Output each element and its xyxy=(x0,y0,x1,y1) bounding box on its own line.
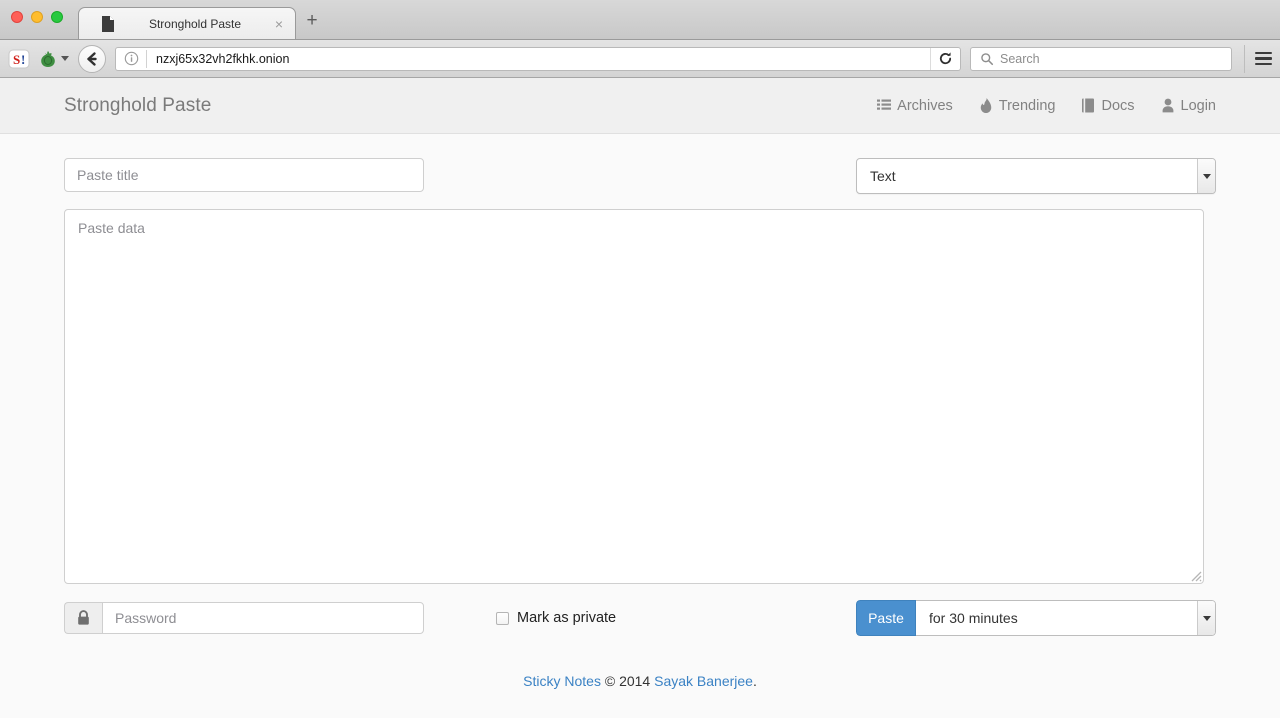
form-row-bottom: Mark as private Paste for 30 minutes xyxy=(64,600,1216,636)
browser-window: Stronghold Paste × + S ! nzxj65x32vh2fkh… xyxy=(0,0,1280,718)
format-select[interactable]: Text xyxy=(856,158,1216,194)
site-header-inner: Stronghold Paste Archives Trending Docs … xyxy=(64,95,1216,117)
nav-item-docs[interactable]: Docs xyxy=(1081,97,1135,114)
footer-copyright: © 2014 xyxy=(600,673,655,689)
maximize-window-button[interactable] xyxy=(51,11,63,23)
paste-form: Text Paste data xyxy=(64,134,1216,689)
browser-tab[interactable]: Stronghold Paste × xyxy=(78,7,296,39)
browser-toolbar: S ! nzxj65x32vh2fkhk.onion Search xyxy=(0,40,1280,78)
page-icon xyxy=(102,15,114,32)
chevron-down-icon xyxy=(1202,173,1211,179)
back-button[interactable] xyxy=(78,44,106,73)
fire-icon xyxy=(980,98,992,113)
chevron-down-icon xyxy=(61,56,69,61)
password-addon xyxy=(64,602,102,634)
search-icon xyxy=(981,52,994,65)
book-icon xyxy=(1082,98,1095,113)
paste-title-input[interactable] xyxy=(64,158,424,192)
url-text: nzxj65x32vh2fkhk.onion xyxy=(156,51,290,66)
hamburger-menu-button[interactable] xyxy=(1244,44,1272,73)
nav-item-login[interactable]: Login xyxy=(1161,98,1216,114)
nav-label-archives: Archives xyxy=(897,97,953,114)
back-arrow-icon xyxy=(87,51,97,66)
svg-text:!: ! xyxy=(21,52,25,67)
page-viewport: Stronghold Paste Archives Trending Docs … xyxy=(0,78,1280,718)
close-window-button[interactable] xyxy=(11,11,23,23)
nav-label-docs: Docs xyxy=(1101,97,1135,114)
format-select-value: Text xyxy=(870,168,896,184)
user-icon xyxy=(1162,98,1173,113)
address-bar[interactable]: nzxj65x32vh2fkhk.onion xyxy=(115,46,961,71)
footer-period: . xyxy=(752,673,757,689)
site-footer: Sticky Notes © 2014 Sayak Banerjee. xyxy=(64,673,1216,689)
nav-label-login: Login xyxy=(1180,97,1216,114)
svg-text:S: S xyxy=(13,52,20,67)
password-input[interactable] xyxy=(102,602,424,634)
nav-item-archives[interactable]: Archives xyxy=(877,98,953,114)
site-header: Stronghold Paste Archives Trending Docs … xyxy=(0,78,1280,134)
paste-data-textarea[interactable]: Paste data xyxy=(64,209,1204,584)
paste-button[interactable]: Paste xyxy=(856,600,916,636)
new-tab-button[interactable]: + xyxy=(300,9,324,33)
format-select-arrow[interactable] xyxy=(1197,159,1215,193)
duration-select[interactable]: for 30 minutes xyxy=(916,600,1216,636)
list-icon xyxy=(877,99,892,110)
tab-strip: Stronghold Paste × + xyxy=(0,0,1280,40)
mark-as-private-group[interactable]: Mark as private xyxy=(496,610,616,626)
paste-data-placeholder: Paste data xyxy=(78,220,145,236)
nav-item-trending[interactable]: Trending xyxy=(979,97,1056,114)
resize-handle[interactable] xyxy=(1187,567,1202,582)
tor-onion-icon xyxy=(41,50,55,67)
nav-label-trending: Trending xyxy=(998,97,1056,114)
search-bar[interactable]: Search xyxy=(970,46,1232,71)
minimize-window-button[interactable] xyxy=(31,11,43,23)
chevron-down-icon xyxy=(1202,615,1211,621)
duration-select-arrow[interactable] xyxy=(1197,601,1215,635)
lock-icon xyxy=(78,610,89,625)
s-badge-icon[interactable]: S ! xyxy=(8,48,30,70)
site-brand[interactable]: Stronghold Paste xyxy=(64,95,211,117)
info-icon[interactable] xyxy=(124,51,139,66)
footer-app-link[interactable]: Sticky Notes xyxy=(523,673,601,689)
form-row-top: Text xyxy=(64,158,1216,194)
mark-as-private-checkbox[interactable] xyxy=(496,611,509,625)
tor-onion-button[interactable] xyxy=(37,48,69,70)
mark-as-private-label: Mark as private xyxy=(517,610,617,626)
password-group xyxy=(64,602,424,634)
footer-author-link[interactable]: Sayak Banerjee xyxy=(654,673,753,689)
duration-select-value: for 30 minutes xyxy=(929,610,1018,626)
search-placeholder: Search xyxy=(1000,51,1040,66)
reload-icon xyxy=(939,52,952,65)
window-controls xyxy=(11,11,63,23)
site-nav: Archives Trending Docs Login xyxy=(877,98,1216,114)
hamburger-menu-icon xyxy=(1255,51,1272,55)
paste-submit-group: Paste for 30 minutes xyxy=(856,600,1216,636)
tab-title: Stronghold Paste xyxy=(148,16,242,31)
close-icon[interactable]: × xyxy=(271,16,287,32)
reload-button[interactable] xyxy=(930,47,960,70)
